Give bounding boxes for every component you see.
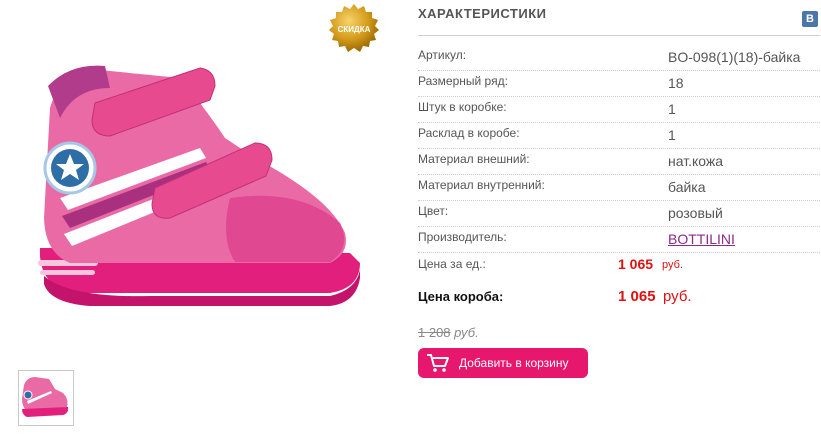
spec-value: 1 <box>668 127 676 143</box>
manufacturer-link[interactable]: BOTTILINI <box>668 231 735 247</box>
add-to-cart-button[interactable]: Добавить в корзину <box>418 348 588 378</box>
pink-boot-thumbnail-icon <box>22 377 69 417</box>
spec-row-box-layout: Расклад в коробе: 1 <box>418 126 820 152</box>
spec-label: Цвет: <box>418 204 449 218</box>
spec-row-color: Цвет: розовый <box>418 204 820 230</box>
spec-label: Расклад в коробе: <box>418 126 520 140</box>
spec-row-size-range: Размерный ряд: 18 <box>418 74 820 100</box>
product-main-image[interactable] <box>30 48 370 318</box>
row-divider <box>418 200 820 202</box>
spec-value: 1 <box>668 101 676 117</box>
spec-label: Размерный ряд: <box>418 74 508 88</box>
row-divider <box>418 96 820 98</box>
spec-value: розовый <box>668 205 723 221</box>
spec-label: Штук в коробке: <box>418 100 507 114</box>
old-price: 1 208 руб. <box>418 325 479 340</box>
row-divider <box>418 252 820 254</box>
row-divider <box>418 148 820 150</box>
spec-label: Материал внутренний: <box>418 178 545 192</box>
product-thumbnail[interactable] <box>18 370 74 426</box>
sale-seal-icon: СКИДКА <box>329 4 379 52</box>
box-price-currency: руб. <box>663 288 692 305</box>
spec-label: Материал внешний: <box>418 152 530 166</box>
spec-row-article: Артикул: BO-098(1)(18)-байка <box>418 48 820 74</box>
unit-price-label: Цена за ед.: <box>418 257 486 271</box>
old-price-value: 1 208 <box>418 325 451 340</box>
spec-row-pieces-per-box: Штук в коробке: 1 <box>418 100 820 126</box>
row-divider <box>418 226 820 228</box>
row-divider <box>418 174 820 176</box>
unit-price-value: 1 065 <box>618 256 654 272</box>
spec-row-inner-material: Материал внутренний: байка <box>418 178 820 204</box>
sale-badge: СКИДКА <box>327 2 381 56</box>
row-divider <box>418 122 820 124</box>
spec-label: Производитель: <box>418 230 507 244</box>
pink-boot-illustration <box>38 65 360 306</box>
box-price-label: Цена короба: <box>418 289 504 304</box>
spec-value: BO-098(1)(18)-байка <box>668 49 801 65</box>
add-to-cart-label: Добавить в корзину <box>459 356 569 370</box>
box-price-value: 1 065 <box>618 288 656 305</box>
spec-row-manufacturer: Производитель: BOTTILINI <box>418 230 820 256</box>
spec-row-outer-material: Материал внешний: нат.кожа <box>418 152 820 178</box>
shopping-cart-icon <box>427 354 449 372</box>
spec-label: Артикул: <box>418 48 467 62</box>
spec-value: байка <box>668 179 706 195</box>
title-divider <box>418 35 820 36</box>
specs-title: ХАРАКТЕРИСТИКИ <box>418 6 547 21</box>
spec-value: нат.кожа <box>668 153 724 169</box>
sale-badge-label: СКИДКА <box>338 25 371 34</box>
row-divider <box>418 70 820 72</box>
old-price-currency: руб. <box>454 325 479 340</box>
vk-share-icon[interactable]: В <box>802 11 818 27</box>
unit-price-currency: руб. <box>662 259 683 271</box>
spec-value: 18 <box>668 75 684 91</box>
